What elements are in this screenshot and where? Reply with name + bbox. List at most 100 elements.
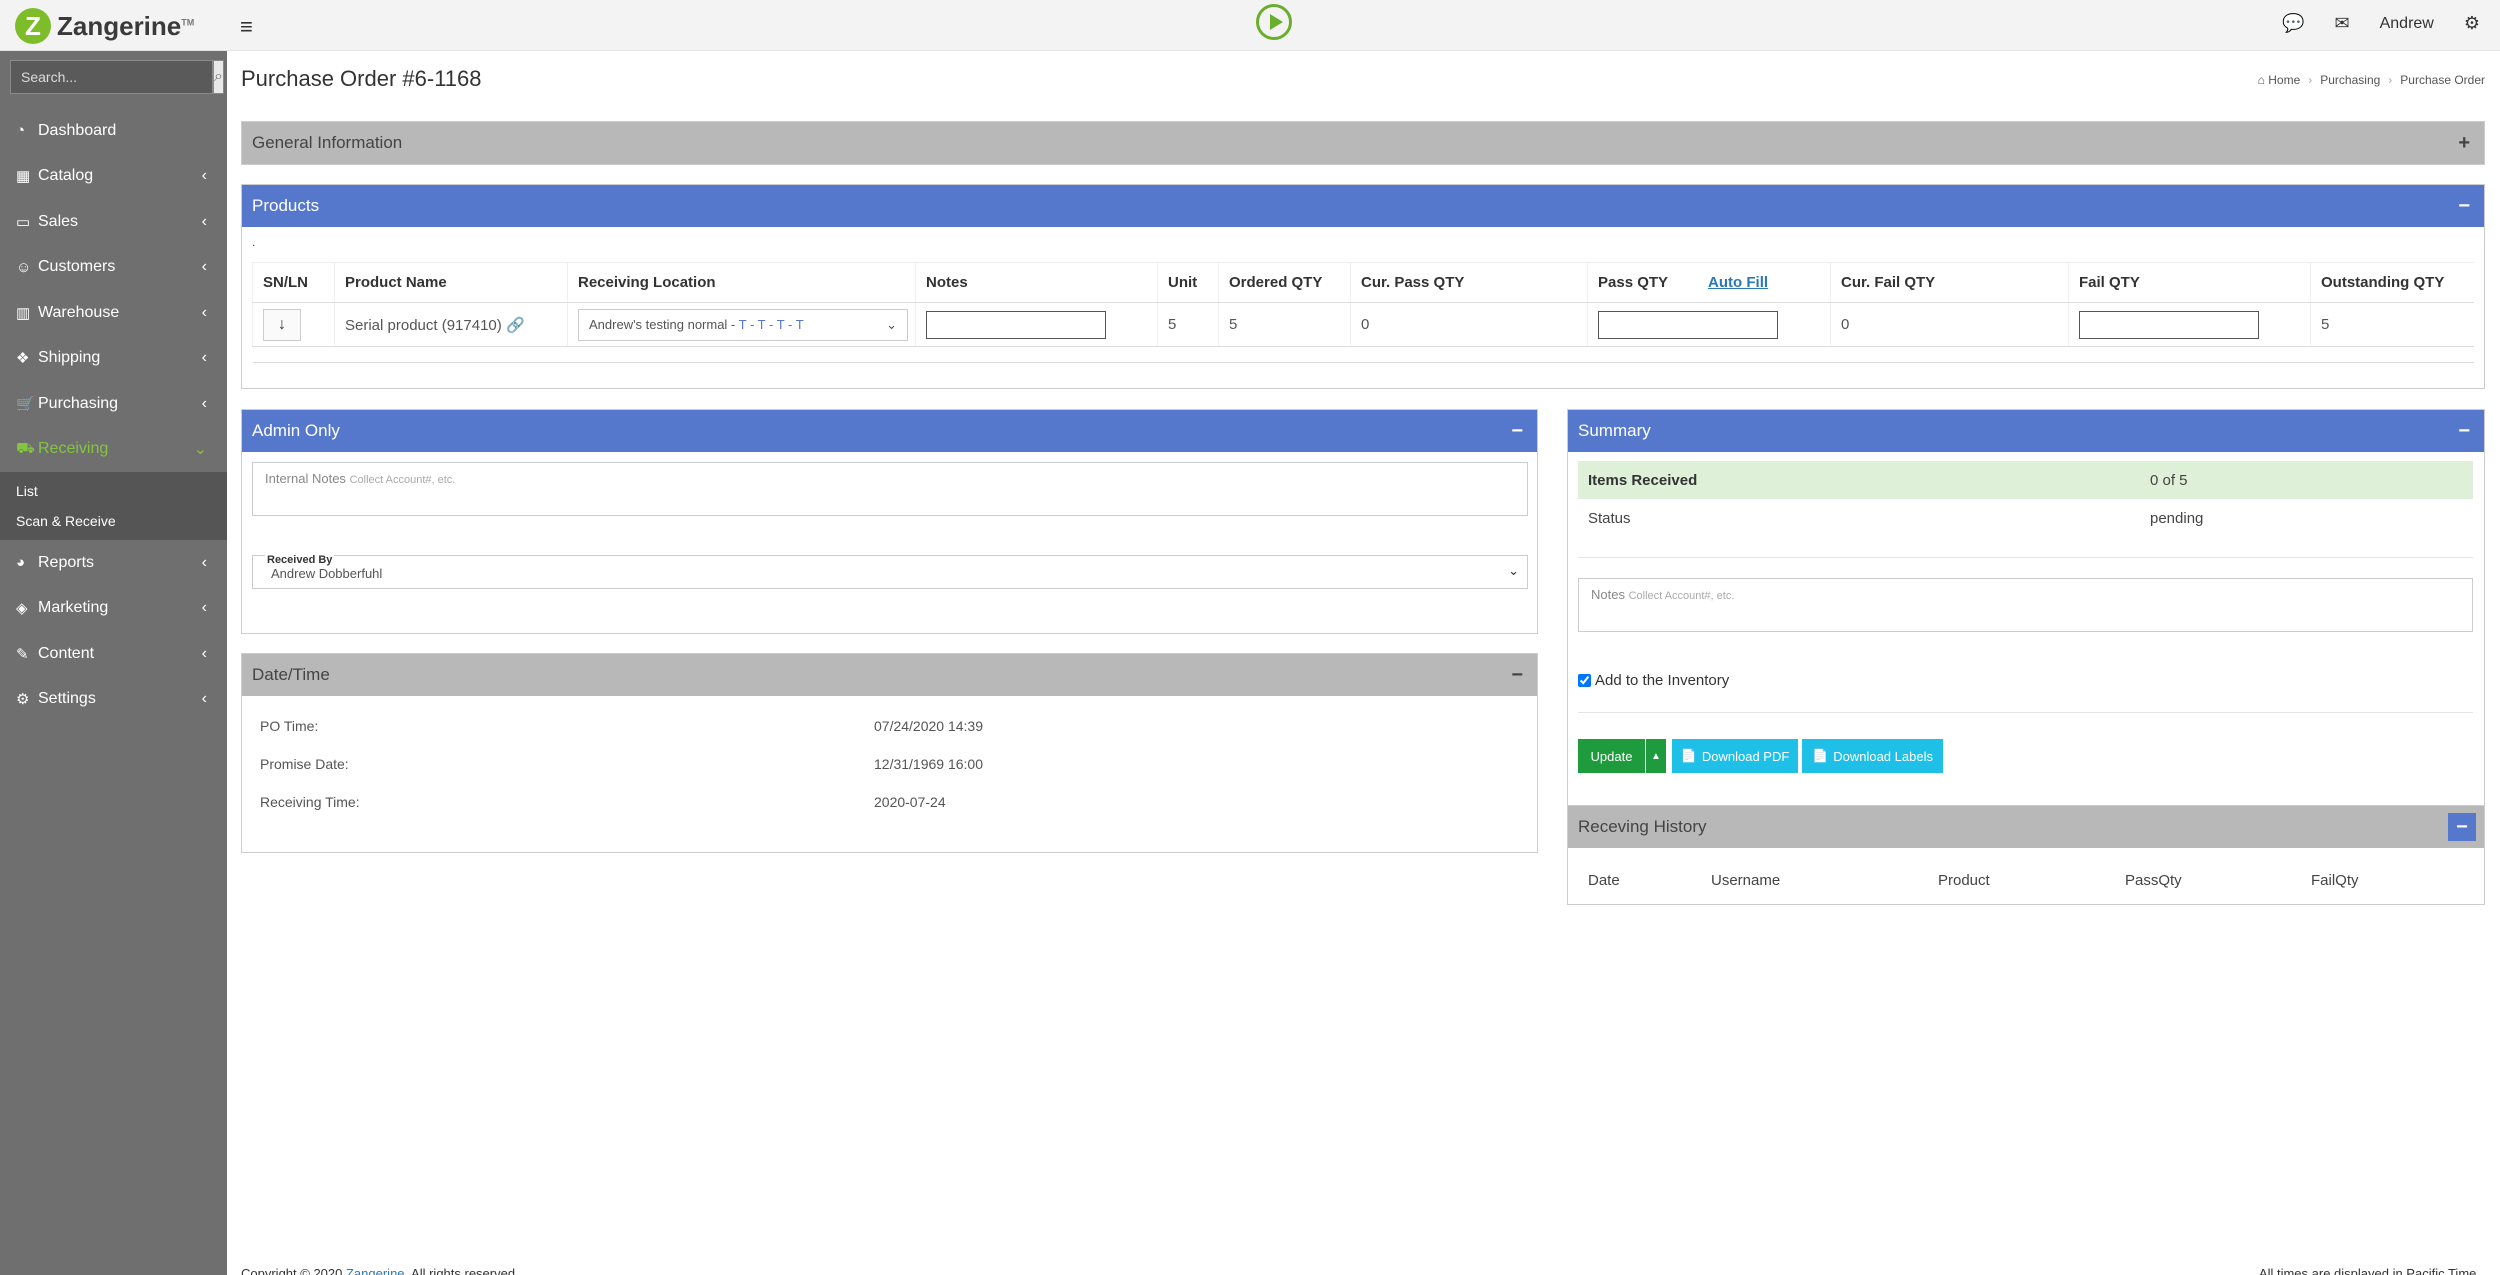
receiving-location-select[interactable]: Andrew's testing normal - T - T - T - T ⌄ (578, 308, 908, 341)
page-title: Purchase Order #6-1168 (241, 66, 482, 91)
collapse-icon[interactable]: − (2448, 813, 2476, 841)
receiving-time-label: Receiving Time: (260, 794, 360, 810)
settings-gears-icon[interactable]: ⚙ (2464, 13, 2480, 34)
products-table: SN/LN Product Name Receiving Location No… (252, 262, 2474, 363)
expand-icon[interactable]: + (2458, 132, 2470, 155)
summary-notes-textarea[interactable]: Notes Collect Account#, etc. (1578, 578, 2473, 632)
received-by-value: Andrew Dobberfuhl (271, 566, 383, 581)
sidebar-item-settings[interactable]: ⚙ Settings ‹ (0, 677, 227, 723)
breadcrumb-purchasing[interactable]: Purchasing (2320, 73, 2380, 87)
file-icon: 📄 (1812, 748, 1829, 763)
sidebar-item-customers[interactable]: ☺ Customers ‹ (0, 245, 227, 291)
logo-mark: Z (15, 8, 51, 44)
general-info-header[interactable]: General Information + (242, 122, 2484, 164)
sidebar-item-receiving[interactable]: ⛟ Receiving ⌄ (0, 427, 227, 473)
summary-panel: Summary − Items Received 0 of 5 Status p… (1567, 409, 2485, 837)
update-dropdown-button[interactable]: ▲ (1646, 739, 1666, 773)
user-menu[interactable]: Andrew (2380, 15, 2434, 33)
app-logo[interactable]: Z ZangerineTM (15, 8, 194, 44)
link-icon[interactable]: 🔗 (506, 317, 525, 334)
footer-copyright: Copyright © 2020 Zangerine. All rights r… (241, 1266, 519, 1275)
outstanding-qty-cell: 5 (2310, 302, 2474, 347)
sidebar: ⌕ ◔ Dashboard ▦ Catalog ‹ ▭ Sales ‹ ☺ Customer… (0, 51, 227, 1275)
promise-date-value: 12/31/1969 16:00 (874, 756, 983, 772)
history-col-passqty: PassQty (2125, 872, 2182, 889)
summary-divider (1578, 557, 2473, 558)
table-row: ↓ Serial product (917410) 🔗 Andrew's tes… (252, 302, 2474, 347)
pass-qty-cell (1587, 302, 1831, 347)
sidebar-item-purchasing[interactable]: 🛒 Purchasing ‹ (0, 381, 227, 427)
items-received-row: Items Received 0 of 5 (1578, 461, 2473, 499)
sidebar-item-dashboard[interactable]: ◔ Dashboard (0, 108, 227, 154)
download-pdf-label: Download PDF (1701, 748, 1790, 764)
fail-qty-cell (2068, 302, 2311, 347)
panel-title: Receving History (1578, 817, 1707, 836)
sidebar-item-sales[interactable]: ▭ Sales ‹ (0, 199, 227, 245)
table-icon: ▦ (16, 168, 31, 186)
sidebar-item-label: Dashboard (38, 121, 117, 139)
tag-icon: ◈ (16, 600, 28, 618)
sidebar-item-content[interactable]: ✎ Content ‹ (0, 631, 227, 677)
sidebar-item-catalog[interactable]: ▦ Catalog ‹ (0, 154, 227, 200)
main-content: Purchase Order #6-1168 ⌂ Home › Purchasi… (227, 51, 2500, 1275)
search-icon[interactable]: ⌕ (213, 60, 224, 94)
collapse-icon[interactable]: − (2458, 195, 2470, 218)
arrow-down-icon[interactable]: ↓ (263, 308, 301, 341)
sidebar-item-reports[interactable]: ◕ Reports ‹ (0, 540, 227, 586)
sidebar-item-warehouse[interactable]: ▥ Warehouse ‹ (0, 290, 227, 336)
auto-fill-link[interactable]: Auto Fill (1708, 274, 1768, 291)
fail-qty-input[interactable] (2079, 310, 2259, 339)
breadcrumb-current: Purchase Order (2400, 73, 2485, 87)
footer-link[interactable]: Zangerine (346, 1266, 405, 1275)
download-labels-button[interactable]: 📄 Download Labels (1802, 739, 1943, 773)
collapse-icon[interactable]: − (2458, 420, 2470, 443)
search-input[interactable] (10, 60, 213, 94)
mail-icon[interactable]: ✉ (2335, 13, 2350, 34)
chevron-down-icon: ⌄ (1508, 563, 1519, 578)
sidebar-subitem-list[interactable]: List (0, 476, 227, 506)
add-inventory-row: Add to the Inventory (1578, 672, 1729, 689)
sidebar-subitem-scan-receive[interactable]: Scan & Receive (0, 506, 227, 536)
collapse-icon[interactable]: − (1511, 664, 1523, 687)
collapse-icon[interactable]: − (1511, 420, 1523, 443)
chat-icon[interactable]: 💬 (2282, 13, 2304, 34)
internal-notes-textarea[interactable]: Internal Notes Collect Account#, etc. (252, 462, 1528, 516)
product-name: Serial product (917410) (345, 316, 502, 334)
col-unit: Unit (1157, 262, 1219, 303)
promise-date-label: Promise Date: (260, 756, 349, 772)
chevron-down-icon: ⌄ (193, 441, 207, 459)
sidebar-item-shipping[interactable]: ❖ Shipping ‹ (0, 336, 227, 382)
add-inventory-label[interactable]: Add to the Inventory (1595, 672, 1729, 689)
sidebar-item-marketing[interactable]: ◈ Marketing ‹ (0, 586, 227, 632)
update-button[interactable]: Update (1578, 739, 1645, 773)
received-by-select[interactable]: Received By Andrew Dobberfuhl ⌄ (252, 554, 1528, 589)
download-pdf-button[interactable]: 📄 Download PDF (1672, 739, 1798, 773)
barcode-icon: ▥ (16, 304, 31, 322)
pass-qty-input[interactable] (1598, 310, 1778, 339)
play-icon[interactable] (1256, 4, 1292, 40)
chevron-left-icon: ‹ (201, 690, 207, 708)
breadcrumb-separator: › (2308, 73, 2313, 87)
table-header-row: SN/LN Product Name Receiving Location No… (252, 262, 2474, 303)
footer-suffix: . All rights reserved. (404, 1266, 519, 1275)
products-dot: . (252, 235, 256, 249)
sidebar-item-label: Warehouse (38, 303, 120, 321)
notes-input[interactable] (926, 310, 1106, 339)
status-value: pending (2150, 509, 2204, 527)
chevron-left-icon: ‹ (201, 599, 207, 617)
notes-cell (915, 302, 1158, 347)
col-pass-qty: Pass QTY Auto Fill (1587, 262, 1831, 303)
received-by-label: Received By (265, 554, 335, 566)
sidebar-item-label: Shipping (38, 349, 101, 367)
sidebar-item-label: Reports (38, 553, 95, 571)
sidebar-item-label: Sales (38, 212, 79, 230)
menu-toggle-icon[interactable]: ≡ (240, 14, 253, 40)
pie-chart-icon: ◕ (16, 554, 26, 572)
add-inventory-checkbox[interactable] (1578, 674, 1591, 687)
summary-notes-label: Notes (1591, 587, 1625, 602)
sidebar-item-label: Settings (38, 690, 96, 708)
col-cur-fail-qty: Cur. Fail QTY (1830, 262, 2069, 303)
breadcrumb-home[interactable]: ⌂ Home (2258, 73, 2301, 87)
panel-title: Admin Only (252, 421, 340, 440)
chevron-left-icon: ‹ (201, 349, 207, 367)
